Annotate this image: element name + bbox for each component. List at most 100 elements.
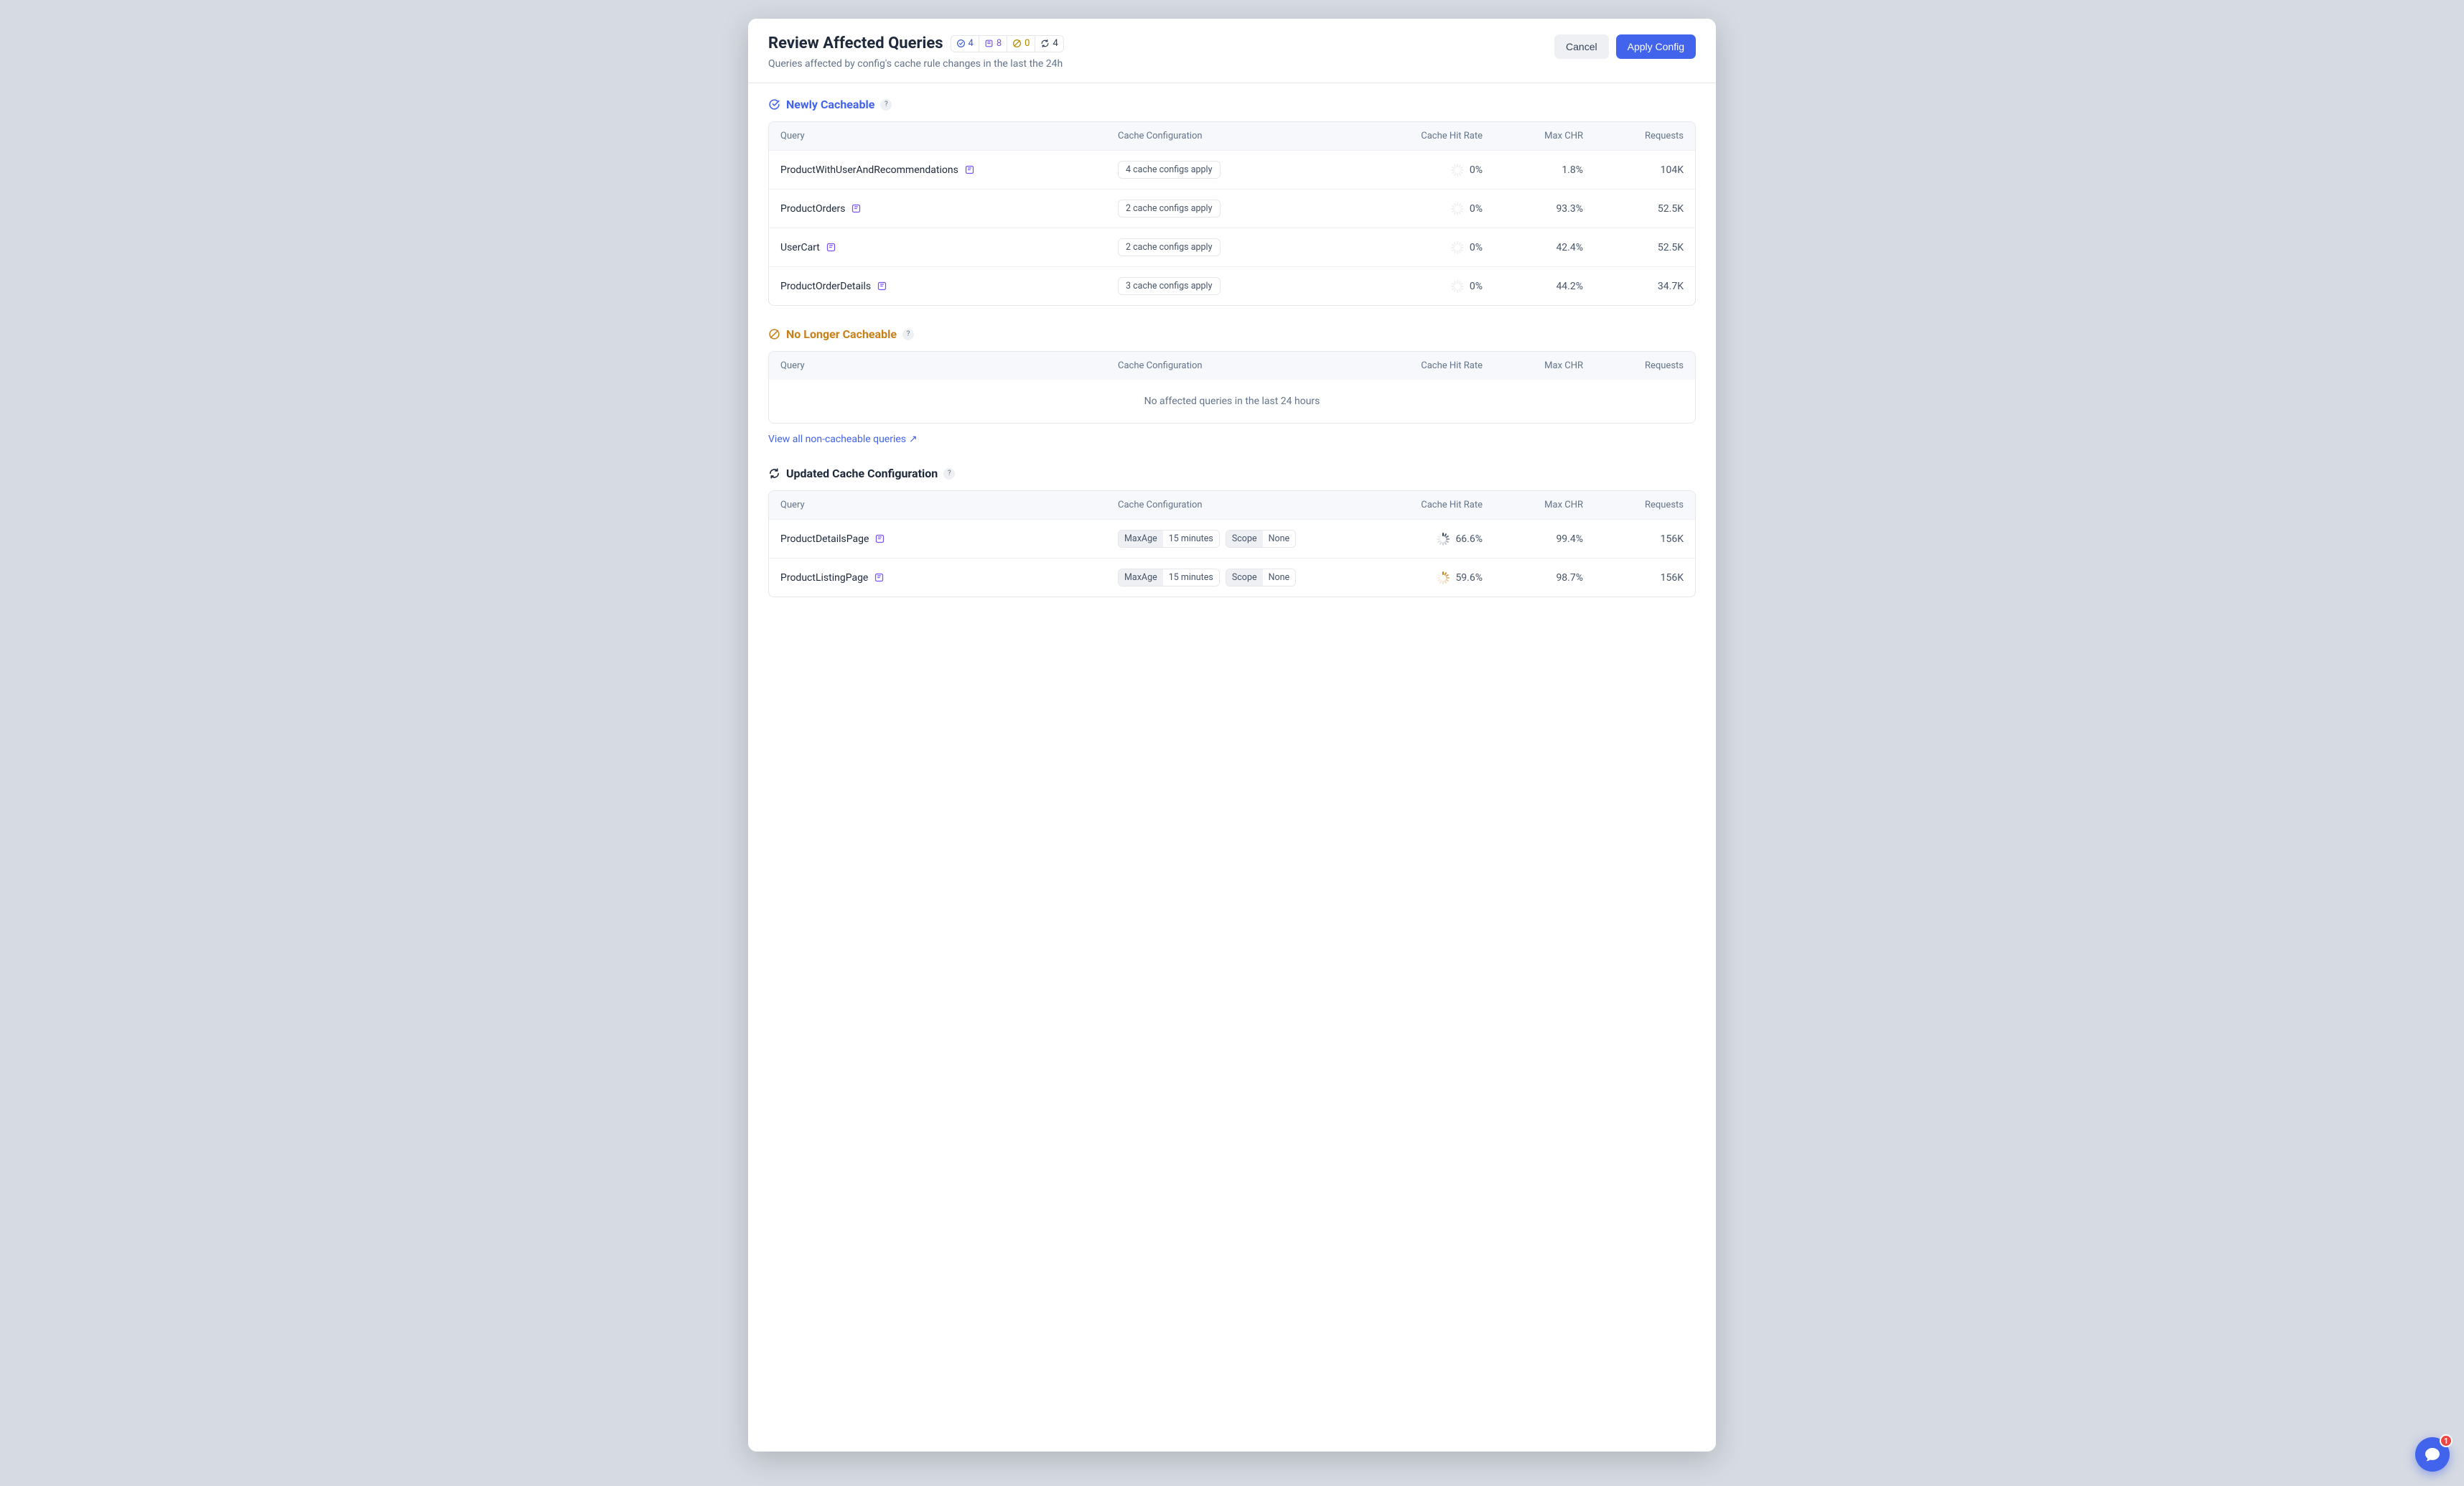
config-tag[interactable]: ScopeNone — [1226, 530, 1296, 548]
cancel-button[interactable]: Cancel — [1554, 34, 1609, 59]
section-title-newly: Newly Cacheable — [786, 98, 874, 111]
col-chr: Cache Hit Rate — [1382, 131, 1483, 141]
table-row[interactable]: ProductOrderDetails 3 cache configs appl… — [769, 266, 1695, 305]
tag-key: MaxAge — [1119, 569, 1163, 586]
config-icon — [984, 39, 994, 48]
cache-hit-rate: 0% — [1470, 164, 1483, 176]
loading-spinner-icon — [1451, 164, 1464, 177]
tag-value: 15 minutes — [1163, 569, 1219, 586]
apply-config-button[interactable]: Apply Config — [1616, 34, 1696, 59]
col-chr: Cache Hit Rate — [1382, 500, 1483, 510]
col-max: Max CHR — [1483, 360, 1583, 371]
help-icon[interactable]: ? — [902, 329, 914, 340]
help-icon[interactable]: ? — [880, 99, 892, 111]
loading-spinner-icon — [1437, 533, 1450, 546]
review-affected-queries-modal: Review Affected Queries 4 8 — [748, 19, 1716, 1452]
query-icon — [851, 203, 862, 214]
col-query: Query — [780, 131, 1118, 141]
modal-overlay: Review Affected Queries 4 8 — [0, 0, 2464, 1486]
badge-configs-count: 8 — [997, 38, 1002, 49]
query-icon — [874, 533, 885, 544]
section-title-no-longer: No Longer Cacheable — [786, 327, 897, 341]
col-req: Requests — [1583, 131, 1684, 141]
col-config: Cache Configuration — [1118, 360, 1382, 371]
cache-hit-rate: 0% — [1470, 242, 1483, 253]
tag-key: Scope — [1226, 569, 1263, 586]
cache-config-pill[interactable]: 2 cache configs apply — [1118, 200, 1221, 218]
max-chr: 42.4% — [1483, 242, 1583, 253]
updated-config-table: Query Cache Configuration Cache Hit Rate… — [768, 490, 1696, 597]
loading-spinner-icon — [1451, 280, 1464, 293]
config-tag[interactable]: MaxAge15 minutes — [1118, 569, 1220, 587]
requests: 52.5K — [1583, 242, 1684, 253]
query-icon — [874, 572, 885, 583]
table-row[interactable]: ProductWithUserAndRecommendations 4 cach… — [769, 150, 1695, 189]
table-row[interactable]: ProductListingPage MaxAge15 minutes Scope… — [769, 558, 1695, 597]
no-cache-circle-icon — [768, 328, 780, 340]
query-name: ProductListingPage — [780, 572, 868, 584]
no-cache-icon — [1012, 39, 1022, 48]
table-header: Query Cache Configuration Cache Hit Rate… — [769, 491, 1695, 519]
col-config: Cache Configuration — [1118, 131, 1382, 141]
badge-newly-cacheable: 4 — [951, 36, 979, 52]
check-arrow-icon — [956, 39, 966, 48]
external-link-icon: ↗ — [909, 434, 918, 445]
badge-updated: 4 — [1035, 36, 1063, 52]
chat-icon — [2424, 1446, 2441, 1463]
tag-value: 15 minutes — [1163, 531, 1219, 547]
modal-body: Newly Cacheable ? Query Cache Configurat… — [748, 83, 1716, 1452]
section-title-updated: Updated Cache Configuration — [786, 467, 938, 480]
col-chr: Cache Hit Rate — [1382, 360, 1483, 371]
col-query: Query — [780, 360, 1118, 371]
col-req: Requests — [1583, 500, 1684, 510]
cache-hit-rate: 0% — [1470, 281, 1483, 292]
cache-config-pill[interactable]: 3 cache configs apply — [1118, 277, 1221, 295]
config-tag[interactable]: ScopeNone — [1226, 569, 1296, 587]
table-row[interactable]: UserCart 2 cache configs apply 0% 42.4% … — [769, 228, 1695, 266]
loading-spinner-icon — [1451, 241, 1464, 254]
help-icon[interactable]: ? — [943, 468, 955, 480]
requests: 156K — [1583, 533, 1684, 545]
query-icon — [877, 281, 887, 291]
cache-config-pill[interactable]: 4 cache configs apply — [1118, 161, 1221, 179]
section-no-longer-cacheable: No Longer Cacheable ? Query Cache Config… — [768, 327, 1696, 445]
table-row[interactable]: ProductOrders 2 cache configs apply 0% 9… — [769, 189, 1695, 228]
query-name: ProductWithUserAndRecommendations — [780, 164, 958, 176]
col-req: Requests — [1583, 360, 1684, 371]
query-icon — [964, 164, 975, 175]
empty-state-message: No affected queries in the last 24 hours — [769, 380, 1695, 423]
refresh-icon — [1040, 39, 1050, 48]
badge-no-longer-cacheable: 0 — [1007, 36, 1035, 52]
query-name: UserCart — [780, 242, 820, 253]
view-all-non-cacheable-link[interactable]: View all non-cacheable queries↗ — [768, 434, 918, 445]
max-chr: 98.7% — [1483, 572, 1583, 584]
chat-unread-badge: 1 — [2440, 1434, 2453, 1447]
section-updated-config: Updated Cache Configuration ? Query Cach… — [768, 467, 1696, 597]
badge-newly-count: 4 — [969, 38, 974, 49]
table-header: Query Cache Configuration Cache Hit Rate… — [769, 122, 1695, 150]
table-row[interactable]: ProductDetailsPage MaxAge15 minutes Scope… — [769, 519, 1695, 558]
query-name: ProductDetailsPage — [780, 533, 869, 545]
no-longer-cacheable-table: Query Cache Configuration Cache Hit Rate… — [768, 351, 1696, 424]
query-name: ProductOrders — [780, 203, 845, 215]
config-tag[interactable]: MaxAge15 minutes — [1118, 530, 1220, 548]
tag-value: None — [1263, 569, 1296, 586]
modal-title: Review Affected Queries — [768, 34, 943, 52]
tag-key: Scope — [1226, 531, 1263, 547]
cache-hit-rate: 0% — [1470, 203, 1483, 215]
chat-widget[interactable]: 1 — [2415, 1437, 2450, 1472]
badge-no-longer-count: 0 — [1025, 38, 1030, 49]
modal-subtitle: Queries affected by config's cache rule … — [768, 58, 1064, 70]
cache-config-pill[interactable]: 2 cache configs apply — [1118, 238, 1221, 256]
col-max: Max CHR — [1483, 500, 1583, 510]
query-name: ProductOrderDetails — [780, 281, 871, 292]
requests: 52.5K — [1583, 203, 1684, 215]
link-label: View all non-cacheable queries — [768, 434, 906, 445]
refresh-icon — [768, 467, 780, 480]
tag-value: None — [1263, 531, 1296, 547]
section-newly-cacheable: Newly Cacheable ? Query Cache Configurat… — [768, 98, 1696, 306]
newly-cacheable-table: Query Cache Configuration Cache Hit Rate… — [768, 121, 1696, 306]
badge-updated-count: 4 — [1053, 38, 1058, 49]
modal-header: Review Affected Queries 4 8 — [748, 19, 1716, 83]
col-config: Cache Configuration — [1118, 500, 1382, 510]
